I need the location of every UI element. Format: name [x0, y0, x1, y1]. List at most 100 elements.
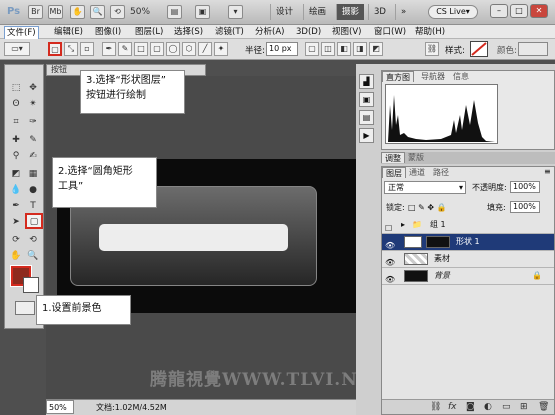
tab-paths[interactable]: 路径 — [430, 167, 452, 178]
screen-mode-icon[interactable]: ▣ — [195, 5, 210, 19]
style-swatch[interactable] — [470, 41, 488, 57]
3d-rotate-icon[interactable]: ⟳ — [8, 233, 24, 247]
workspace-design[interactable]: 设计 — [270, 4, 298, 20]
tab-histogram[interactable]: 直方图 — [382, 71, 414, 82]
history-brush-icon[interactable]: ✍ — [25, 149, 41, 163]
opacity-input[interactable]: 100% — [510, 181, 540, 193]
workspace-paint[interactable]: 绘画 — [303, 4, 331, 20]
menu-image[interactable]: 图像(I) — [93, 26, 123, 38]
marquee-tool-icon[interactable]: ⬚ — [8, 81, 24, 95]
zoom-level[interactable]: 50% — [130, 7, 150, 17]
workspace-photography[interactable]: 摄影 — [336, 4, 365, 20]
minibridge-icon[interactable]: Mb — [48, 5, 63, 19]
arrange-documents-icon[interactable]: ▤ — [167, 5, 182, 19]
freeform-pen-icon[interactable]: ✎ — [118, 42, 132, 56]
fill-pixels-button[interactable]: ▫ — [80, 42, 94, 56]
new-layer-icon[interactable]: ⊞ — [520, 400, 528, 414]
tab-channels[interactable]: 通道 — [406, 167, 428, 178]
eyedropper-icon[interactable]: ✑ — [25, 115, 41, 129]
tab-navigator[interactable]: 导航器 — [418, 71, 448, 82]
quick-select-icon[interactable]: ✴ — [25, 97, 41, 111]
folder-icon[interactable]: ▭ — [502, 400, 511, 414]
blend-mode-select[interactable]: 正常 ▾ — [384, 181, 466, 194]
blur-tool-icon[interactable]: 💧 — [8, 183, 24, 197]
gradient-tool-icon[interactable]: ▦ — [25, 167, 41, 181]
bridge-icon[interactable]: Br — [28, 5, 43, 19]
menu-file[interactable]: 文件(F) — [4, 26, 39, 40]
radius-input[interactable]: 10 px — [266, 42, 298, 56]
eye-icon[interactable]: 👁 — [385, 272, 395, 288]
path-select-icon[interactable]: ➤ — [8, 215, 24, 229]
hand-tool-icon[interactable]: ✋ — [8, 249, 24, 263]
fx-icon[interactable]: fx — [448, 400, 457, 414]
rectangle-icon[interactable]: □ — [134, 42, 148, 56]
zoom-tool-icon[interactable]: 🔍 — [90, 5, 105, 19]
menu-help[interactable]: 帮助(H) — [413, 26, 447, 38]
workspace-more[interactable]: » — [395, 4, 411, 20]
menu-layer[interactable]: 图层(L) — [133, 26, 165, 38]
intersect-shape-area-icon[interactable]: ◨ — [353, 42, 367, 56]
mask-icon[interactable]: ◙ — [466, 400, 475, 414]
status-zoom-input[interactable]: 50% — [46, 400, 74, 414]
move-tool-icon[interactable]: ✥ — [25, 81, 41, 95]
hand-tool-icon[interactable]: ✋ — [70, 5, 85, 19]
menu-view[interactable]: 视图(V) — [330, 26, 363, 38]
cs-live-button[interactable]: CS Live▾ — [428, 5, 478, 19]
tool-preset-picker[interactable]: ▭▾ — [4, 42, 30, 56]
layer-row-group[interactable]: ☐ ▸ 📁 组 1 — [382, 217, 554, 234]
paths-button[interactable]: ⤡ — [64, 42, 78, 56]
zoom-tool-icon[interactable]: 🔍 — [25, 249, 41, 263]
color-swatch[interactable] — [518, 42, 548, 56]
dodge-tool-icon[interactable]: ● — [25, 183, 41, 197]
tab-masks[interactable]: 蒙版 — [405, 152, 427, 163]
crop-tool-icon[interactable]: ⌗ — [8, 115, 24, 129]
background-color-swatch[interactable] — [23, 277, 39, 293]
menu-window[interactable]: 窗口(W) — [372, 26, 408, 38]
tab-layers[interactable]: 图层 — [382, 167, 406, 178]
histogram-panel-icon[interactable]: ▟ — [359, 74, 374, 89]
rounded-rectangle-icon[interactable]: ▢ — [150, 42, 164, 56]
actions-panel-icon[interactable]: ▶ — [359, 128, 374, 143]
trash-icon[interactable]: 🗑 — [538, 400, 549, 414]
pen-tool-icon[interactable]: ✒ — [102, 42, 116, 56]
tab-info[interactable]: 信息 — [450, 71, 472, 82]
add-shape-area-icon[interactable]: ◫ — [321, 42, 335, 56]
menu-analysis[interactable]: 分析(A) — [253, 26, 286, 38]
custom-shape-icon[interactable]: ✦ — [214, 42, 228, 56]
tab-adjustments[interactable]: 调整 — [381, 152, 405, 163]
type-tool-icon[interactable]: T — [25, 199, 41, 213]
subtract-shape-area-icon[interactable]: ◧ — [337, 42, 351, 56]
menu-3d[interactable]: 3D(D) — [294, 26, 323, 38]
lock-icons[interactable]: □ ✎ ✥ 🔒 — [408, 202, 447, 213]
3d-orbit-icon[interactable]: ⟲ — [25, 233, 41, 247]
extras-icon[interactable]: ▾ — [228, 5, 243, 19]
line-icon[interactable]: ╱ — [198, 42, 212, 56]
menu-filter[interactable]: 滤镜(T) — [213, 26, 246, 38]
maximize-button[interactable]: □ — [510, 4, 528, 18]
rotate-view-icon[interactable]: ⟲ — [110, 5, 125, 19]
quick-mask-button[interactable] — [15, 301, 35, 315]
clone-stamp-icon[interactable]: ⚲ — [8, 149, 24, 163]
close-button[interactable]: ✕ — [530, 4, 548, 18]
lasso-tool-icon[interactable]: ʘ — [8, 97, 24, 111]
healing-brush-icon[interactable]: ✚ — [8, 133, 24, 147]
panel-menu-icon[interactable]: ≡ — [544, 167, 551, 176]
link-icon[interactable]: ⛓ — [430, 400, 441, 414]
eraser-tool-icon[interactable]: ◩ — [8, 167, 24, 181]
minimize-button[interactable]: – — [490, 4, 508, 18]
new-shape-layer-icon[interactable]: ▢ — [305, 42, 319, 56]
menu-edit[interactable]: 编辑(E) — [52, 26, 85, 38]
exclude-shape-area-icon[interactable]: ◩ — [369, 42, 383, 56]
shape-layers-button[interactable]: ▢ — [48, 42, 62, 56]
workspace-3d[interactable]: 3D — [368, 4, 391, 20]
pen-tool-icon[interactable]: ✒ — [8, 199, 24, 213]
layer-row-background[interactable]: 👁 背景 🔒 — [382, 268, 554, 285]
ellipse-icon[interactable]: ◯ — [166, 42, 180, 56]
menu-select[interactable]: 选择(S) — [172, 26, 205, 38]
polygon-icon[interactable]: ⬡ — [182, 42, 196, 56]
expand-triangle-icon[interactable]: ▸ — [401, 217, 405, 233]
history-panel-icon[interactable]: ▤ — [359, 110, 374, 125]
rounded-rectangle-tool-icon[interactable]: ▢ — [25, 213, 43, 229]
brush-tool-icon[interactable]: ✎ — [25, 133, 41, 147]
navigator-panel-icon[interactable]: ▣ — [359, 92, 374, 107]
